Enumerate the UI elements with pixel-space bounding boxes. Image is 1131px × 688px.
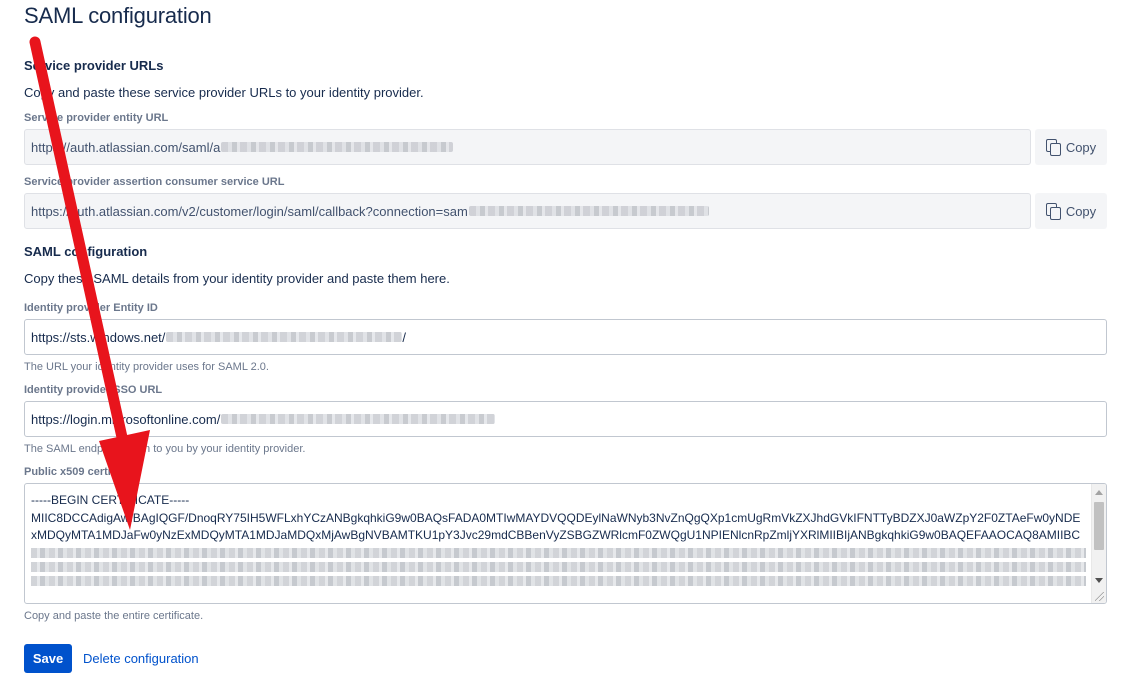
delete-configuration-link[interactable]: Delete configuration (83, 651, 199, 666)
acs-url-field[interactable]: https://auth.atlassian.com/v2/customer/l… (24, 193, 1031, 229)
copy-entity-url-button[interactable]: Copy (1035, 129, 1107, 165)
service-provider-description: Copy and paste these service provider UR… (24, 85, 424, 100)
certificate-line: MIIC8DCCAdigAwIBAgIQGF/DnoqRY75IH5WFLxhY… (31, 510, 1081, 525)
scroll-up-arrow-icon[interactable] (1095, 490, 1103, 495)
scrollbar-thumb[interactable] (1094, 502, 1104, 550)
certificate-textarea[interactable]: -----BEGIN CERTIFICATE----- MIIC8DCCAdig… (24, 483, 1107, 604)
certificate-content: -----BEGIN CERTIFICATE----- MIIC8DCCAdig… (31, 492, 1086, 590)
redacted-value (166, 332, 403, 342)
copy-icon (1045, 203, 1061, 220)
entity-id-label: Identity provider Entity ID (24, 302, 158, 314)
certificate-line: -----BEGIN CERTIFICATE----- (31, 493, 190, 507)
entity-url-value: https://auth.atlassian.com/saml/a (31, 139, 221, 155)
redacted-value (221, 142, 454, 152)
certificate-line: xMDQyMTA1MDJaFw0yNzExMDQyMTA1MDJaMDQxMjA… (31, 528, 1081, 542)
redacted-certificate-line (31, 562, 1086, 572)
copy-label: Copy (1065, 203, 1097, 219)
entity-id-suffix: / (402, 329, 407, 345)
redacted-value (221, 414, 496, 424)
redacted-certificate-line (31, 548, 1086, 558)
resize-handle-icon[interactable] (1095, 592, 1104, 601)
scroll-down-arrow-icon[interactable] (1095, 578, 1103, 583)
page-title: SAML configuration (24, 3, 212, 28)
redacted-value (468, 206, 709, 216)
sso-url-input[interactable]: https://login.microsoftonline.com/ (24, 401, 1107, 437)
entity-url-field[interactable]: https://auth.atlassian.com/saml/a (24, 129, 1031, 165)
acs-url-value: https://auth.atlassian.com/v2/customer/l… (31, 203, 468, 219)
acs-url-label: Service provider assertion consumer serv… (24, 176, 285, 188)
saml-config-heading: SAML configuration (24, 244, 148, 259)
certificate-label: Public x509 certificate (24, 466, 140, 478)
redacted-certificate-line (31, 576, 1086, 586)
sso-url-value: https://login.microsoftonline.com/ (31, 411, 221, 427)
certificate-helper: Copy and paste the entire certificate. (24, 610, 204, 622)
copy-label: Copy (1065, 139, 1097, 155)
copy-acs-url-button[interactable]: Copy (1035, 193, 1107, 229)
entity-id-value: https://sts.windows.net/ (31, 329, 166, 345)
service-provider-heading: Service provider URLs (24, 58, 164, 73)
sso-url-helper: The SAML endpoint given to you by your i… (24, 443, 306, 455)
saml-config-description: Copy these SAML details from your identi… (24, 271, 450, 286)
textarea-scrollbar[interactable] (1091, 484, 1106, 603)
copy-icon (1045, 139, 1061, 156)
entity-id-input[interactable]: https://sts.windows.net/ / (24, 319, 1107, 355)
entity-url-label: Service provider entity URL (24, 112, 169, 124)
sso-url-label: Identity provider SSO URL (24, 384, 163, 396)
save-button[interactable]: Save (24, 644, 72, 673)
entity-id-helper: The URL your identity provider uses for … (24, 361, 269, 373)
